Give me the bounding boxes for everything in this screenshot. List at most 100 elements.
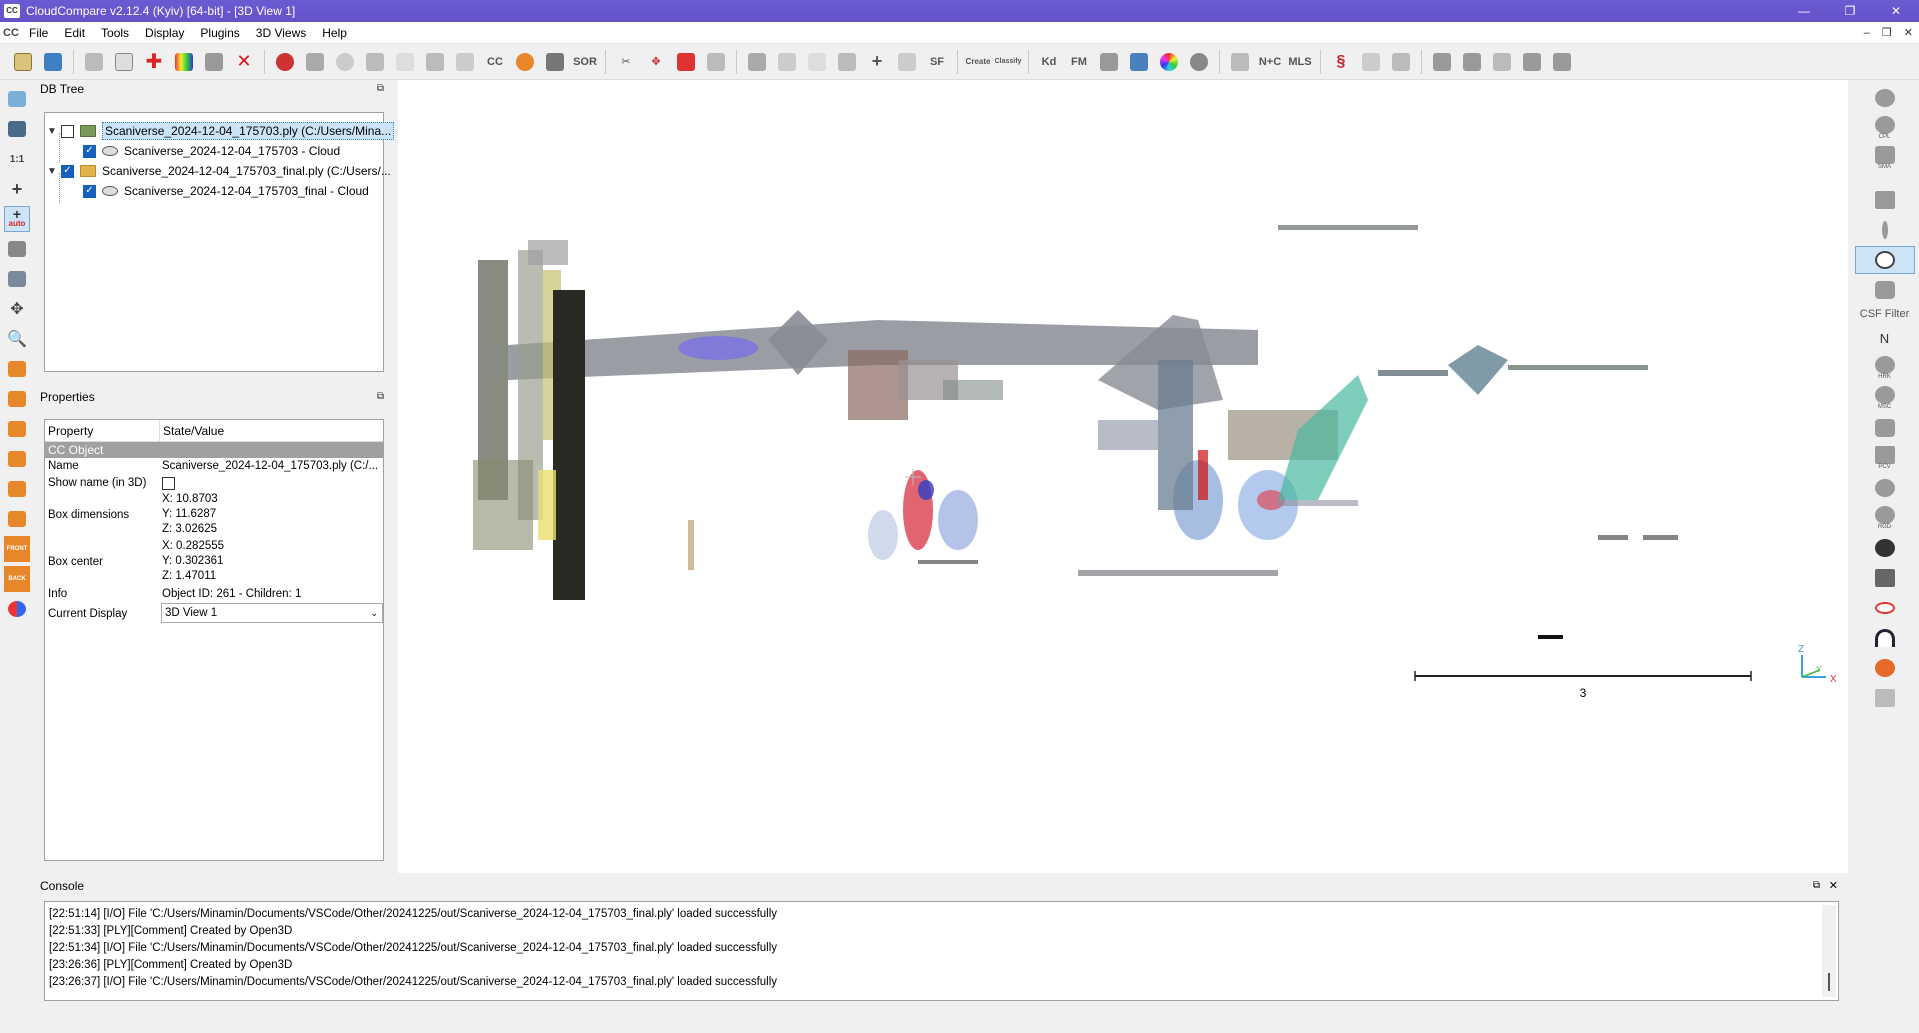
sor-icon[interactable]: SOR: [572, 49, 598, 75]
canupo-classify-icon[interactable]: Classify: [995, 49, 1022, 75]
profile-4-icon[interactable]: [1519, 49, 1545, 75]
nc-icon[interactable]: N+C: [1257, 49, 1283, 75]
pen-icon[interactable]: [1855, 216, 1915, 244]
min-max-icon[interactable]: [804, 49, 830, 75]
cpl-icon[interactable]: CPL: [1855, 114, 1915, 142]
rotate-icon[interactable]: [4, 236, 30, 262]
minimize-button[interactable]: —: [1781, 0, 1827, 22]
scissors-icon[interactable]: ✂: [613, 49, 639, 75]
add-point-icon[interactable]: ✚: [141, 49, 167, 75]
camera-icon[interactable]: [4, 116, 30, 142]
menu-plugins[interactable]: Plugins: [192, 22, 247, 44]
hrk-icon[interactable]: HRK: [1855, 354, 1915, 382]
console-scrollbar[interactable]: [1822, 905, 1836, 997]
profile-5-icon[interactable]: [1549, 49, 1575, 75]
color-wheel-icon[interactable]: [1156, 49, 1182, 75]
menu-tools[interactable]: Tools: [93, 22, 137, 44]
sma-icon[interactable]: SMA: [1855, 144, 1915, 172]
column-header-value[interactable]: State/Value: [160, 420, 224, 441]
color-scale-icon[interactable]: [171, 49, 197, 75]
menu-3d-views[interactable]: 3D Views: [248, 22, 314, 44]
table-icon[interactable]: [834, 49, 860, 75]
msc-icon[interactable]: MSC: [1855, 384, 1915, 412]
expand-icon[interactable]: ▼: [47, 126, 61, 137]
plus-icon[interactable]: +: [864, 49, 890, 75]
rgd-icon[interactable]: RGD: [1855, 504, 1915, 532]
north-icon[interactable]: N: [1855, 324, 1915, 352]
view-top-icon[interactable]: [4, 356, 30, 382]
layers-icon[interactable]: [1855, 564, 1915, 592]
clone-icon[interactable]: [81, 49, 107, 75]
section-icon[interactable]: [673, 49, 699, 75]
sf-icon[interactable]: SF: [924, 49, 950, 75]
ellipse-icon[interactable]: [1855, 594, 1915, 622]
canupo-create-icon[interactable]: Create: [965, 49, 991, 75]
tree-item[interactable]: ✓ Scaniverse_2024-12-04_175703_final - C…: [83, 181, 369, 201]
pan-icon[interactable]: ✥: [4, 296, 30, 322]
view-front-icon[interactable]: FRONT: [4, 536, 30, 562]
column-header-property[interactable]: Property: [45, 420, 160, 441]
display-icon[interactable]: [4, 86, 30, 112]
pcv-icon[interactable]: PCV: [1855, 444, 1915, 472]
cube-icon[interactable]: [4, 266, 30, 292]
profile-2-icon[interactable]: [1459, 49, 1485, 75]
shield-icon[interactable]: [1855, 276, 1915, 304]
polyline-icon[interactable]: [1358, 49, 1384, 75]
view-front-cube-icon[interactable]: [4, 386, 30, 412]
histogram-icon[interactable]: [744, 49, 770, 75]
mdi-minimize-button[interactable]: –: [1864, 22, 1870, 44]
expand-icon[interactable]: ▼: [47, 166, 61, 177]
view-back-cube-icon[interactable]: [4, 446, 30, 472]
current-display-select[interactable]: 3D View 1 ⌄: [161, 603, 383, 623]
float-icon[interactable]: ⧉: [377, 388, 384, 406]
menu-file[interactable]: File: [21, 22, 56, 44]
show-name-checkbox[interactable]: [162, 477, 175, 490]
fire-icon[interactable]: [1855, 654, 1915, 682]
shield-tool-icon[interactable]: [302, 49, 328, 75]
csf-filter-label[interactable]: CSF Filter: [1855, 306, 1915, 322]
cc-icon[interactable]: CC: [482, 49, 508, 75]
curve-icon[interactable]: §: [1328, 49, 1354, 75]
color-icon[interactable]: [512, 49, 538, 75]
fm-icon[interactable]: FM: [1066, 49, 1092, 75]
pivot-icon[interactable]: +: [4, 176, 30, 202]
menu-edit[interactable]: Edit: [56, 22, 93, 44]
float-icon[interactable]: ⧉: [1813, 877, 1820, 895]
close-button[interactable]: ✕: [1873, 0, 1919, 22]
console-log[interactable]: [22:51:14] [I/O] File 'C:/Users/Minamin/…: [44, 901, 1839, 1001]
list-icon[interactable]: [111, 49, 137, 75]
mdi-restore-button[interactable]: ❐: [1882, 22, 1892, 44]
align-icon[interactable]: [452, 49, 478, 75]
visibility-checkbox[interactable]: [61, 124, 74, 138]
auto-pivot-icon[interactable]: + auto: [4, 206, 30, 232]
gear-icon[interactable]: [1855, 534, 1915, 562]
mls-icon[interactable]: MLS: [1287, 49, 1313, 75]
terrain-icon[interactable]: [1855, 684, 1915, 712]
mdi-close-button[interactable]: ✕: [1904, 22, 1913, 44]
stereo-icon[interactable]: [4, 596, 30, 622]
hexagon-icon[interactable]: [1855, 474, 1915, 502]
export-icon[interactable]: [1388, 49, 1414, 75]
view-left-icon[interactable]: [4, 416, 30, 442]
merge-icon[interactable]: [201, 49, 227, 75]
point-pick-icon[interactable]: [703, 49, 729, 75]
tree-item[interactable]: ✓ Scaniverse_2024-12-04_175703 - Cloud: [83, 141, 340, 161]
chart-icon[interactable]: [774, 49, 800, 75]
view-back-icon[interactable]: BACK: [4, 566, 30, 592]
no-entry-icon[interactable]: [1855, 84, 1915, 112]
scatter-icon[interactable]: [392, 49, 418, 75]
profile-1-icon[interactable]: [1429, 49, 1455, 75]
one-to-one-icon[interactable]: 1:1: [4, 146, 30, 172]
delete-icon[interactable]: ✕: [231, 49, 257, 75]
register-icon[interactable]: [422, 49, 448, 75]
open-icon[interactable]: [10, 49, 36, 75]
pdf-icon[interactable]: [1096, 49, 1122, 75]
noise-icon[interactable]: [542, 49, 568, 75]
menu-display[interactable]: Display: [137, 22, 192, 44]
calculator-icon[interactable]: [894, 49, 920, 75]
maximize-button[interactable]: ❐: [1827, 0, 1873, 22]
shield-2-icon[interactable]: [1855, 414, 1915, 442]
kd-icon[interactable]: Kd: [1036, 49, 1062, 75]
menu-help[interactable]: Help: [314, 22, 355, 44]
puzzle-icon[interactable]: [1227, 49, 1253, 75]
